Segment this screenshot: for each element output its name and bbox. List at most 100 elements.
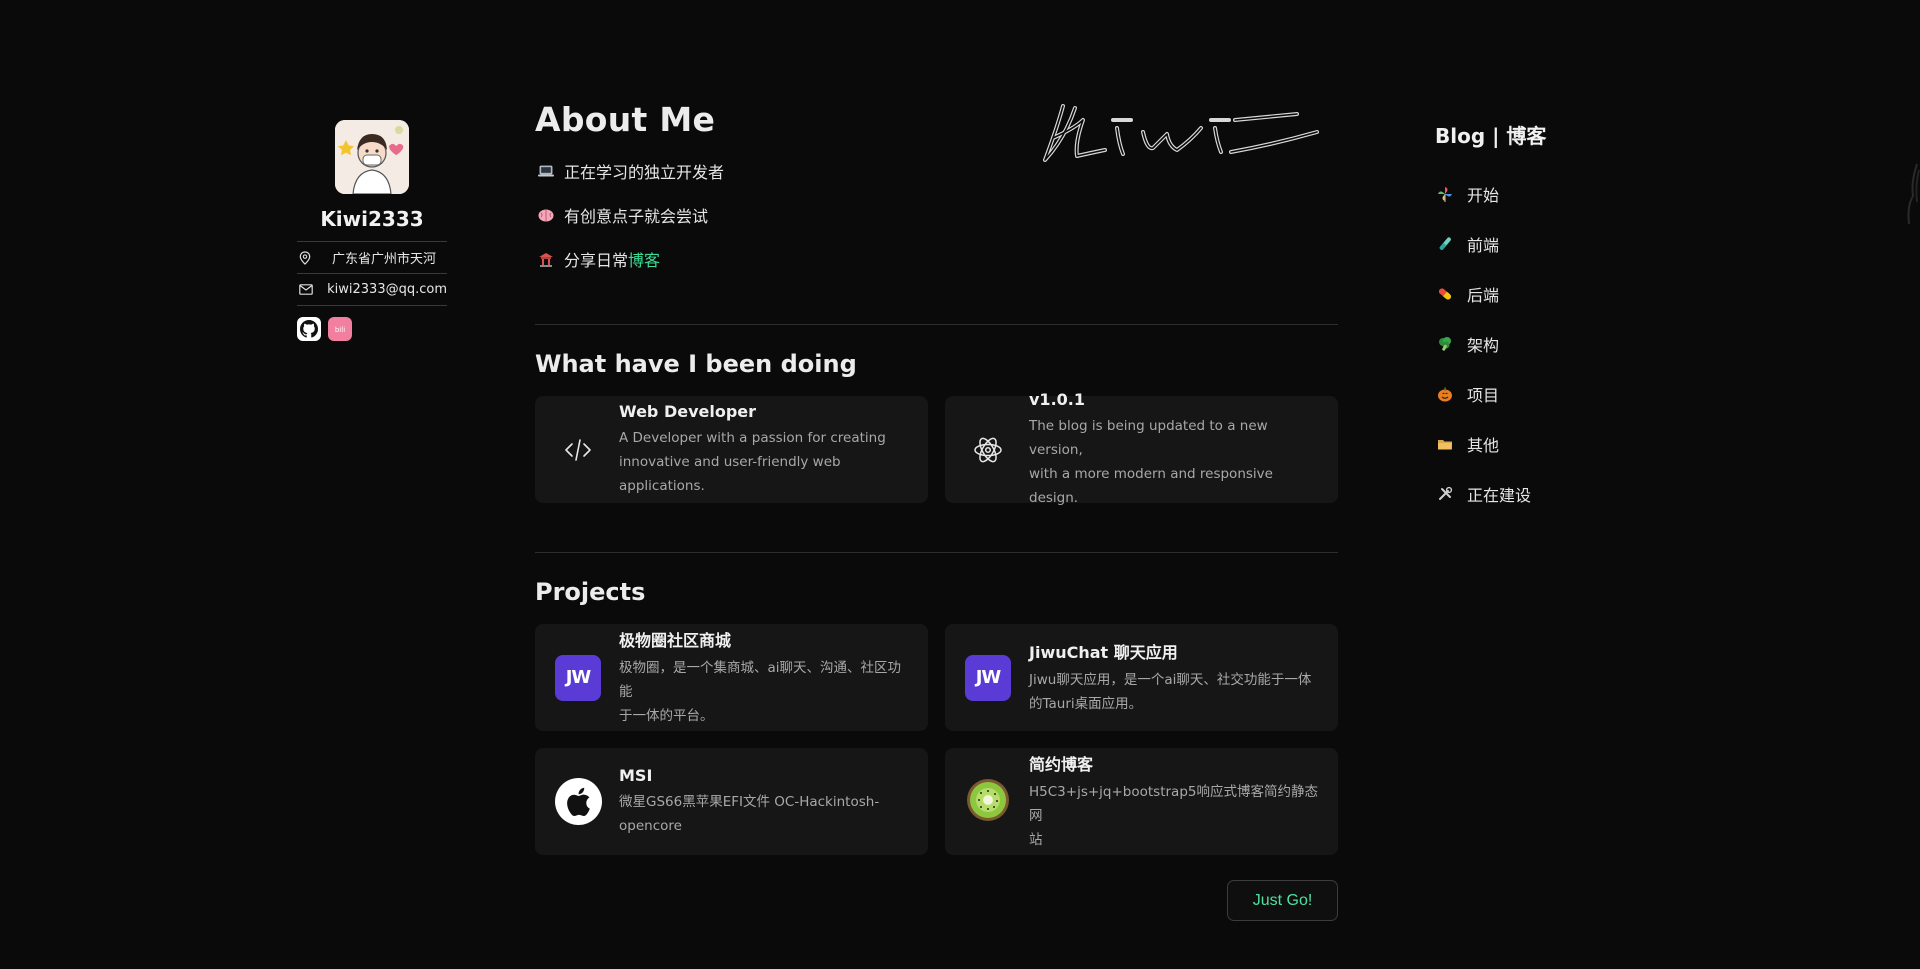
- nav-item-projects[interactable]: 项目: [1435, 369, 1605, 419]
- project-title: 简约博客: [1029, 755, 1094, 774]
- about-text: 有创意点子就会尝试: [564, 207, 709, 226]
- card-desc-line: with a more modern and responsive design…: [1029, 465, 1273, 506]
- profile-name: Kiwi2333: [320, 207, 424, 231]
- code-icon: [553, 437, 603, 463]
- bilibili-icon[interactable]: bili: [328, 317, 352, 341]
- card-desc: The blog is being updated to a new versi…: [1029, 414, 1320, 510]
- pill-icon: [1435, 286, 1467, 302]
- card-desc-line: The blog is being updated to a new versi…: [1029, 417, 1268, 458]
- project-title: 极物圈社区商城: [619, 631, 732, 650]
- projects-title: Projects: [535, 578, 646, 606]
- card-desc-line: 站: [1029, 832, 1043, 848]
- avatar[interactable]: [335, 120, 409, 194]
- card-desc: A Developer with a passion for creating …: [619, 426, 910, 498]
- main-content: About Me 正在学习的独立开发者 有创意点子就会尝试 分享日常 博客 Wh…: [535, 100, 1338, 921]
- project-title: MSI: [619, 765, 653, 785]
- service-card: v1.0.1 The blog is being updated to a ne…: [945, 390, 1338, 506]
- nav-item-other[interactable]: 其他: [1435, 419, 1605, 469]
- about-title: About Me: [535, 100, 716, 139]
- contact-list: 广东省广州市天河 kiwi2333@qq.com: [297, 241, 447, 306]
- card-desc-line: 于一体的平台。: [619, 708, 714, 724]
- email-row[interactable]: kiwi2333@qq.com: [297, 274, 447, 306]
- project-title: JiwuChat 聊天应用: [1029, 643, 1178, 662]
- project-logo-wrap: JW: [553, 654, 603, 701]
- project-desc: Jiwu聊天应用，是一个ai聊天、社交功能于一体 的Tauri桌面应用。: [1029, 668, 1320, 716]
- location-row: 广东省广州市天河: [297, 241, 447, 274]
- nav-item-wip[interactable]: 正在建设: [1435, 469, 1605, 519]
- apple-logo-icon: [554, 778, 602, 825]
- project-card[interactable]: 简约博客 H5C3+js+jq+bootstrap5响应式博客简约静态网 站: [945, 748, 1338, 855]
- section-divider: [535, 324, 1338, 325]
- project-card[interactable]: JW 极物圈社区商城 极物圈，是一个集商城、ai聊天、沟通、社区功能 于一体的平…: [535, 624, 928, 731]
- github-icon[interactable]: [297, 317, 321, 341]
- project-card[interactable]: MSI 微星GS66黑苹果EFI文件 OC-Hackintosh- openco…: [535, 748, 928, 855]
- card-desc-line: 的Tauri桌面应用。: [1029, 696, 1143, 712]
- social-links: bili: [297, 317, 447, 341]
- card-desc-line: Jiwu聊天应用，是一个ai聊天、社交功能于一体: [1029, 672, 1312, 688]
- about-list: 正在学习的独立开发者 有创意点子就会尝试 分享日常 博客: [535, 149, 1338, 281]
- location-pin-icon: [297, 250, 332, 265]
- card-title: Web Developer: [619, 401, 757, 421]
- nav-item-frontend[interactable]: 前端: [1435, 219, 1605, 269]
- nav-item-label: 项目: [1467, 386, 1500, 405]
- nav-item-architecture[interactable]: 架构: [1435, 319, 1605, 369]
- doing-title: What have I been doing: [535, 350, 857, 378]
- atom-icon: [963, 435, 1013, 465]
- card-desc-line: innovative and user-friendly web applica…: [619, 453, 841, 494]
- card-desc-line: A Developer with a passion for creating: [619, 429, 886, 446]
- project-card[interactable]: JW JiwuChat 聊天应用 Jiwu聊天应用，是一个ai聊天、社交功能于一…: [945, 624, 1338, 731]
- tools-icon: [1435, 486, 1467, 502]
- section-divider: [535, 552, 1338, 553]
- nav-item-backend[interactable]: 后端: [1435, 269, 1605, 319]
- card-title: v1.0.1: [1029, 389, 1085, 409]
- profile-card: Kiwi2333 广东省广州市天河 kiwi2333@qq.com bili: [297, 120, 447, 341]
- about-text: 正在学习的独立开发者: [564, 163, 725, 182]
- laptop-icon: [535, 165, 564, 177]
- project-desc: H5C3+js+jq+bootstrap5响应式博客简约静态网 站: [1029, 780, 1320, 852]
- card-desc-line: 极物圈，是一个集商城、ai聊天、沟通、社区功能: [619, 660, 902, 700]
- jiwu-logo-icon: JW: [555, 654, 601, 701]
- about-item: 正在学习的独立开发者: [535, 149, 1338, 193]
- card-desc-line: H5C3+js+jq+bootstrap5响应式博客简约静态网: [1029, 784, 1318, 824]
- nav-item-label: 正在建设: [1467, 486, 1532, 505]
- card-desc-line: 微星GS66黑苹果EFI文件 OC-Hackintosh-: [619, 793, 880, 810]
- pumpkin-icon: [1435, 386, 1467, 402]
- broccoli-icon: [1435, 336, 1467, 352]
- about-item: 有创意点子就会尝试: [535, 193, 1338, 237]
- background-decoration: [1907, 163, 1920, 225]
- blog-link[interactable]: 博客: [628, 247, 660, 271]
- jiwuchat-logo-icon: JW: [965, 654, 1011, 701]
- folder-icon: [1435, 437, 1467, 451]
- project-logo-wrap: JW: [963, 654, 1013, 701]
- doing-grid: Web Developer A Developer with a passion…: [535, 390, 1338, 506]
- card-desc-line: opencore: [619, 817, 682, 834]
- kiwi-fruit-icon: [965, 777, 1011, 827]
- nav-item-label: 前端: [1467, 236, 1500, 255]
- just-go-button[interactable]: Just Go!: [1227, 880, 1338, 921]
- svg-text:bili: bili: [335, 326, 345, 334]
- nav-item-label: 开始: [1467, 186, 1500, 205]
- temple-icon: [535, 252, 564, 267]
- project-logo-wrap: [553, 778, 603, 825]
- nav-item-label: 其他: [1467, 436, 1500, 455]
- nav-item-label: 架构: [1467, 336, 1500, 355]
- nav-item-start[interactable]: 开始: [1435, 169, 1605, 219]
- cta-row: Just Go!: [535, 880, 1338, 921]
- about-item: 分享日常 博客: [535, 237, 1338, 281]
- mail-icon: [297, 284, 327, 295]
- pinwheel-icon: [1435, 186, 1467, 202]
- project-desc: 极物圈，是一个集商城、ai聊天、沟通、社区功能 于一体的平台。: [619, 656, 910, 728]
- test-tube-icon: [1435, 236, 1467, 252]
- email-text[interactable]: kiwi2333@qq.com: [327, 282, 447, 297]
- brain-icon: [535, 209, 564, 222]
- about-text: 分享日常: [564, 251, 629, 270]
- projects-grid: JW 极物圈社区商城 极物圈，是一个集商城、ai聊天、沟通、社区功能 于一体的平…: [535, 624, 1338, 855]
- nav-item-label: 后端: [1467, 286, 1500, 305]
- project-desc: 微星GS66黑苹果EFI文件 OC-Hackintosh- opencore: [619, 790, 910, 838]
- location-text: 广东省广州市天河: [332, 252, 437, 267]
- blog-nav-title: Blog | 博客: [1435, 124, 1547, 148]
- project-logo-wrap: [963, 777, 1013, 827]
- blog-nav: Blog | 博客 开始 前端 后端 架构 项目 其他 正在建设: [1435, 120, 1605, 519]
- page: Kiwi2333 广东省广州市天河 kiwi2333@qq.com bili A…: [0, 0, 1920, 969]
- service-card: Web Developer A Developer with a passion…: [535, 396, 928, 503]
